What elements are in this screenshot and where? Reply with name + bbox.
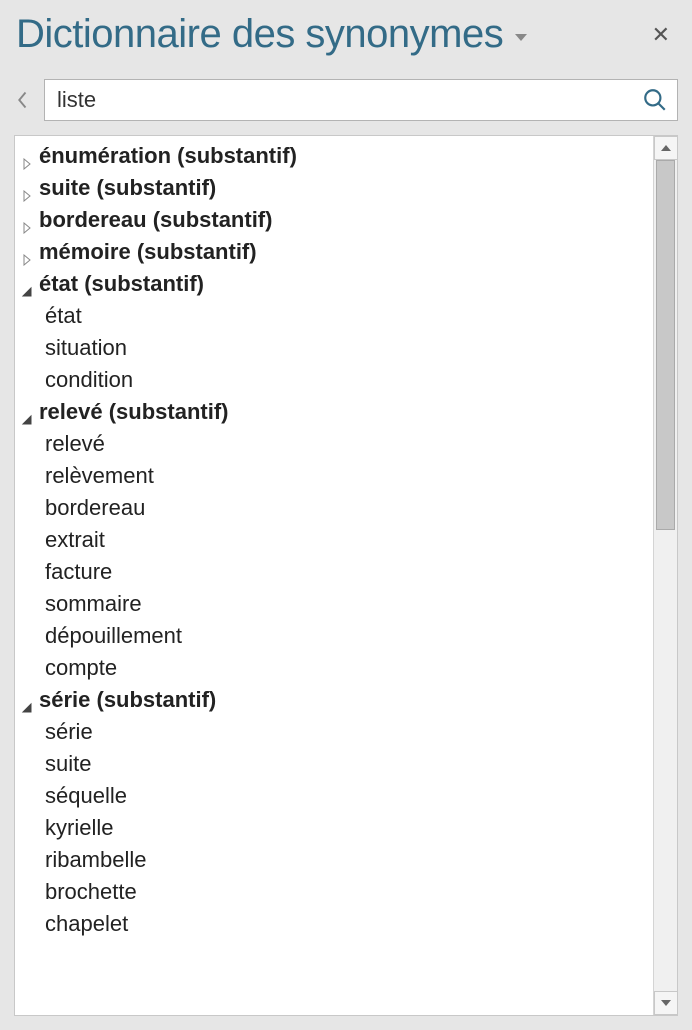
group-label: énumération (substantif)	[39, 143, 297, 169]
group-label: série (substantif)	[39, 687, 216, 713]
search-input[interactable]	[57, 87, 641, 113]
thesaurus-panel: Dictionnaire des synonymes ✕ énumération…	[0, 0, 692, 1030]
group-label: mémoire (substantif)	[39, 239, 257, 265]
expand-icon[interactable]	[21, 150, 33, 162]
group-header[interactable]: série (substantif)	[15, 684, 653, 716]
expand-icon[interactable]	[21, 182, 33, 194]
close-icon[interactable]: ✕	[644, 18, 678, 52]
synonym-item[interactable]: extrait	[15, 524, 653, 556]
scroll-thumb[interactable]	[656, 160, 675, 530]
collapse-icon[interactable]	[21, 278, 33, 290]
collapse-icon[interactable]	[21, 694, 33, 706]
synonym-item[interactable]: brochette	[15, 876, 653, 908]
expand-icon[interactable]	[21, 246, 33, 258]
synonym-item[interactable]: compte	[15, 652, 653, 684]
group-header[interactable]: état (substantif)	[15, 268, 653, 300]
synonym-item[interactable]: relèvement	[15, 460, 653, 492]
results-wrap: énumération (substantif) suite (substanti…	[14, 135, 678, 1016]
search-row	[4, 79, 688, 135]
scrollbar[interactable]	[653, 136, 677, 1015]
synonym-item[interactable]: situation	[15, 332, 653, 364]
synonym-item[interactable]: kyrielle	[15, 812, 653, 844]
title-wrap: Dictionnaire des synonymes	[16, 12, 527, 57]
synonym-item[interactable]: séquelle	[15, 780, 653, 812]
panel-title: Dictionnaire des synonymes	[16, 12, 503, 57]
synonym-item[interactable]: suite	[15, 748, 653, 780]
synonym-item[interactable]: bordereau	[15, 492, 653, 524]
synonym-item[interactable]: série	[15, 716, 653, 748]
scroll-track[interactable]	[654, 160, 677, 991]
synonym-item[interactable]: ribambelle	[15, 844, 653, 876]
group-header[interactable]: mémoire (substantif)	[15, 236, 653, 268]
synonym-item[interactable]: facture	[15, 556, 653, 588]
synonym-item[interactable]: chapelet	[15, 908, 653, 940]
group-label: bordereau (substantif)	[39, 207, 272, 233]
group-label: suite (substantif)	[39, 175, 216, 201]
collapse-icon[interactable]	[21, 406, 33, 418]
expand-icon[interactable]	[21, 214, 33, 226]
scroll-down-icon[interactable]	[654, 991, 678, 1015]
search-icon[interactable]	[641, 86, 669, 114]
search-box	[44, 79, 678, 121]
synonym-item[interactable]: sommaire	[15, 588, 653, 620]
group-header[interactable]: suite (substantif)	[15, 172, 653, 204]
synonym-item[interactable]: dépouillement	[15, 620, 653, 652]
group-header[interactable]: énumération (substantif)	[15, 140, 653, 172]
back-icon[interactable]	[14, 91, 32, 109]
panel-header: Dictionnaire des synonymes ✕	[4, 4, 688, 79]
synonym-item[interactable]: état	[15, 300, 653, 332]
group-header[interactable]: relevé (substantif)	[15, 396, 653, 428]
dropdown-icon[interactable]	[515, 34, 527, 41]
group-header[interactable]: bordereau (substantif)	[15, 204, 653, 236]
results-list: énumération (substantif) suite (substanti…	[15, 136, 653, 1015]
group-label: relevé (substantif)	[39, 399, 229, 425]
synonym-item[interactable]: relevé	[15, 428, 653, 460]
synonym-item[interactable]: condition	[15, 364, 653, 396]
group-label: état (substantif)	[39, 271, 204, 297]
scroll-up-icon[interactable]	[654, 136, 678, 160]
